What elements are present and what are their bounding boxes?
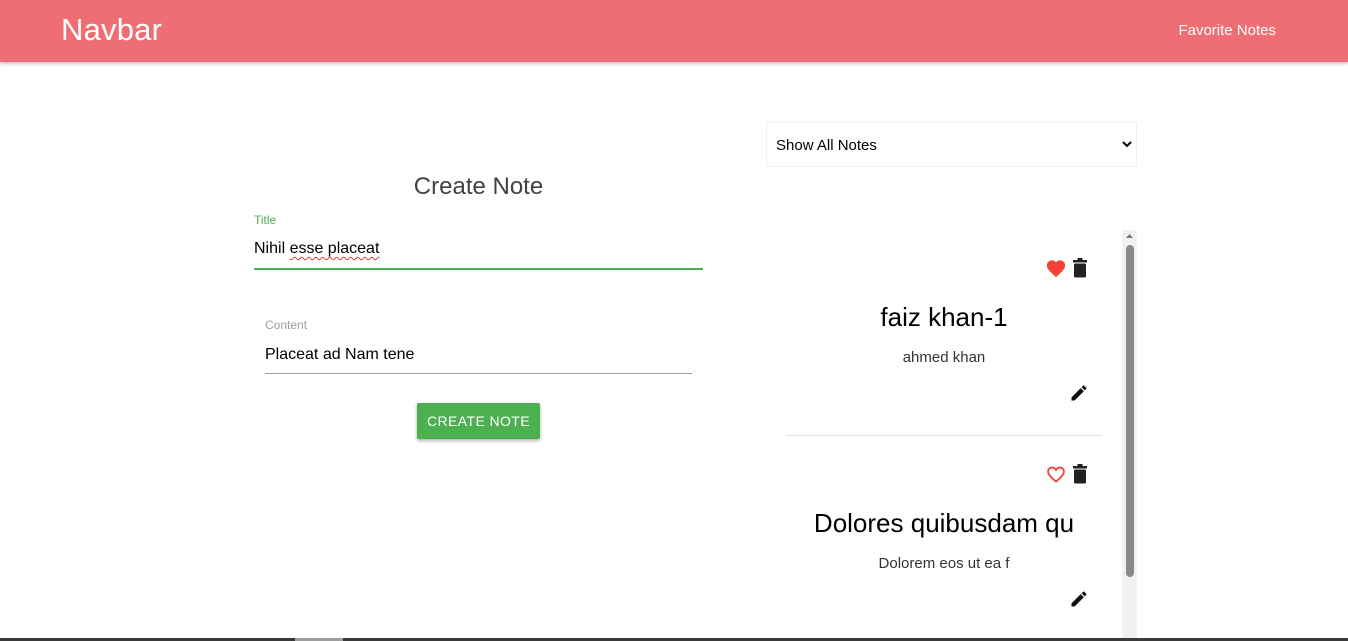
notes-list: faiz khan-1 ahmed khan Dolores quibusdam… <box>786 230 1106 641</box>
content-input[interactable] <box>265 336 692 374</box>
title-input[interactable] <box>254 232 703 270</box>
note-content: Dolorem eos ut ea f <box>878 555 1010 572</box>
title-field-label: Title <box>254 213 277 227</box>
trash-icon[interactable] <box>1073 258 1087 278</box>
note-content: ahmed khan <box>902 349 986 366</box>
note-card: faiz khan-1 ahmed khan <box>786 230 1102 436</box>
notes-filter-selected: Show All Notes <box>776 137 877 154</box>
scroll-up-arrow-icon[interactable] <box>1125 232 1134 239</box>
notes-scrollbar-thumb[interactable] <box>1126 245 1134 577</box>
pencil-icon[interactable] <box>1069 383 1089 403</box>
pencil-icon[interactable] <box>1069 589 1089 609</box>
heart-outline-icon[interactable] <box>1045 464 1067 484</box>
trash-icon[interactable] <box>1073 464 1087 484</box>
navbar-brand[interactable]: Navbar <box>61 12 162 48</box>
create-note-button[interactable]: CREATE NOTE <box>417 403 540 439</box>
note-title: Dolores quibusdam qu <box>813 508 1075 538</box>
create-note-heading: Create Note <box>413 173 544 200</box>
note-title: faiz khan-1 <box>880 302 1008 332</box>
heart-filled-icon[interactable] <box>1045 258 1067 278</box>
note-card: Dolores quibusdam qu Dolorem eos ut ea f <box>786 436 1102 641</box>
content-field-label: Content <box>265 318 308 332</box>
chevron-down-icon <box>1122 141 1132 148</box>
navbar: Navbar Favorite Notes <box>0 0 1348 62</box>
nav-link-favorite-notes[interactable]: Favorite Notes <box>1178 22 1276 39</box>
